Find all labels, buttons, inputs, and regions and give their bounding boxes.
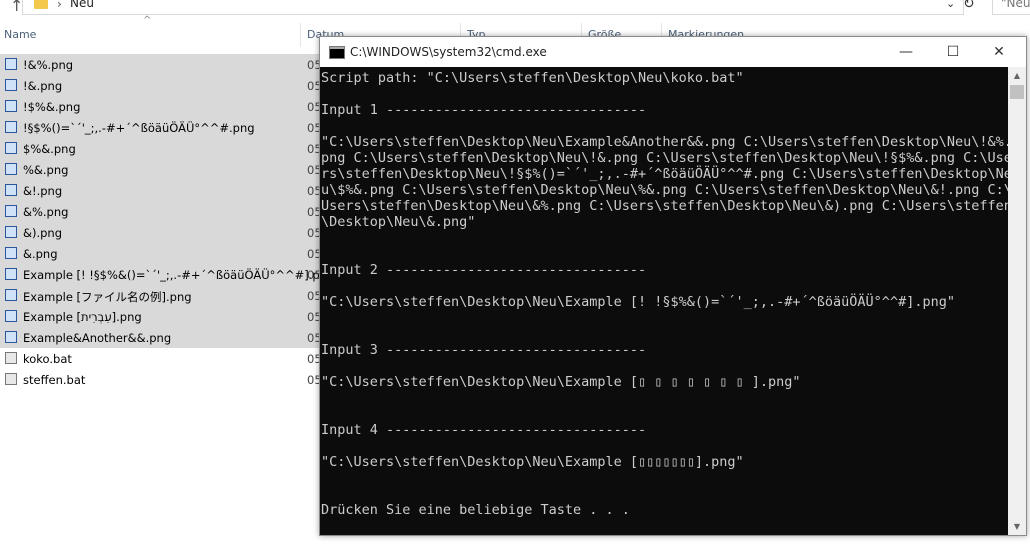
- window-title: C:\WINDOWS\system32\cmd.exe: [350, 45, 547, 59]
- console-line: "C:\Users\steffen\Desktop\Neu\Example [▯…: [321, 374, 801, 390]
- console-line: "C:\Users\steffen\Desktop\Neu\Example [▯…: [321, 454, 744, 470]
- file-name: $%&.png: [23, 142, 76, 156]
- file-name: koko.bat: [23, 352, 72, 366]
- image-file-icon: [5, 247, 17, 259]
- file-name: steffen.bat: [23, 373, 86, 387]
- console-line: \Desktop\Neu\&.png": [321, 214, 476, 230]
- maximize-button[interactable]: ☐: [930, 40, 976, 64]
- console-line: Script path: "C:\Users\steffen\Desktop\N…: [321, 70, 744, 86]
- console-line: Users\steffen\Desktop\Neu\&%.png C:\User…: [321, 198, 1008, 214]
- scroll-thumb[interactable]: [1010, 85, 1024, 99]
- file-name: !&%.png: [23, 58, 74, 72]
- batch-file-icon: [5, 352, 17, 364]
- file-name: &!.png: [23, 184, 63, 198]
- sort-ascending-icon: ^: [143, 15, 152, 26]
- batch-file-icon: [5, 373, 17, 385]
- file-name: %&.png: [23, 163, 69, 177]
- file-row[interactable]: Example [! !§$%&()=`´'_;,.-#+´^ßöäüÖÄÜ°^…: [0, 264, 334, 285]
- image-file-icon: [5, 100, 17, 112]
- console-line: Input 4 --------------------------------: [321, 422, 647, 438]
- console-icon: [329, 46, 345, 59]
- image-file-icon: [5, 226, 17, 238]
- folder-icon: [34, 0, 48, 9]
- console-line: u\$%&.png C:\Users\steffen\Desktop\Neu\%…: [321, 182, 1008, 198]
- image-file-icon: [5, 205, 17, 217]
- image-file-icon: [5, 331, 17, 343]
- image-file-icon: [5, 79, 17, 91]
- console-output[interactable]: Script path: "C:\Users\steffen\Desktop\N…: [320, 67, 1008, 535]
- search-input[interactable]: "Neu: [992, 0, 1030, 15]
- cmd-window[interactable]: C:\WINDOWS\system32\cmd.exe — ☐ ✕ Script…: [319, 36, 1027, 536]
- image-file-icon: [5, 142, 17, 154]
- image-file-icon: [5, 121, 17, 133]
- console-line: Drücken Sie eine beliebige Taste . . .: [321, 502, 630, 518]
- close-button[interactable]: ✕: [976, 40, 1022, 64]
- file-name: &.png: [23, 247, 58, 261]
- file-list: !&%.png 05 !&.png 05 !$%&.png 05 !§$%()=`´'_;,…: [0, 54, 334, 390]
- file-name: !§$%()=`´'_;,.-#+´^ßöäüÖÄÜ°^^#.png: [23, 121, 255, 135]
- console-line: png C:\Users\steffen\Desktop\Neu\!&.png …: [321, 150, 1008, 166]
- scroll-up-arrow-icon[interactable]: ▲: [1008, 67, 1026, 84]
- image-file-icon: [5, 58, 17, 70]
- file-row[interactable]: koko.bat 05: [0, 348, 322, 369]
- refresh-icon[interactable]: ↻: [963, 0, 975, 12]
- image-file-icon: [5, 289, 17, 301]
- file-name: Example&Another&&.png: [23, 331, 172, 345]
- image-file-icon: [5, 310, 17, 322]
- file-row[interactable]: !§$%()=`´'_;,.-#+´^ßöäüÖÄÜ°^^#.png 05: [0, 117, 322, 138]
- console-line: "C:\Users\steffen\Desktop\Neu\Example [!…: [321, 294, 955, 310]
- column-header-name[interactable]: Name: [4, 28, 36, 41]
- file-name: &).png: [23, 226, 62, 240]
- file-name: &%.png: [23, 205, 69, 219]
- image-file-icon: [5, 268, 17, 280]
- console-line: "C:\Users\steffen\Desktop\Neu\Example&An…: [321, 134, 1008, 150]
- file-row[interactable]: !&%.png 05: [0, 54, 322, 75]
- file-row[interactable]: &%.png 05: [0, 201, 322, 222]
- image-file-icon: [5, 163, 17, 175]
- file-name: Example [עִבְרִית].png: [23, 310, 142, 324]
- address-bar: ↑ › Neu ⌄ ↻ "Neu: [0, 0, 1030, 16]
- console-line: Input 2 --------------------------------: [321, 262, 647, 278]
- file-row[interactable]: steffen.bat 05: [0, 369, 322, 390]
- minimize-button[interactable]: —: [883, 40, 929, 64]
- chevron-down-icon[interactable]: ⌄: [946, 0, 955, 10]
- file-row[interactable]: Example [עִבְרִית].png 05: [0, 306, 322, 327]
- file-row[interactable]: %&.png 05: [0, 159, 322, 180]
- file-row[interactable]: &.png 05: [0, 243, 322, 264]
- file-name: !$%&.png: [23, 100, 81, 114]
- file-row[interactable]: &!.png 05: [0, 180, 322, 201]
- file-name: Example [ファイル名の例].png: [23, 290, 192, 304]
- cmd-title-bar[interactable]: C:\WINDOWS\system32\cmd.exe — ☐ ✕: [320, 37, 1026, 67]
- image-file-icon: [5, 184, 17, 196]
- file-row[interactable]: &).png 05: [0, 222, 322, 243]
- file-row[interactable]: $%&.png 05: [0, 138, 322, 159]
- address-box[interactable]: [22, 0, 964, 15]
- console-line: Input 1 --------------------------------: [321, 102, 647, 118]
- column-divider[interactable]: [300, 23, 301, 47]
- file-name: !&.png: [23, 79, 63, 93]
- file-row[interactable]: Example&Another&&.png 05: [0, 327, 322, 348]
- file-name: Example [! !§$%&()=`´'_;,.-#+´^ßöäüÖÄÜ°^…: [23, 268, 335, 282]
- scrollbar[interactable]: ▲ ▼: [1008, 67, 1026, 535]
- file-row[interactable]: !&.png 05: [0, 75, 322, 96]
- breadcrumb-chevron-icon: ›: [57, 0, 62, 11]
- file-row[interactable]: !$%&.png 05: [0, 96, 322, 117]
- breadcrumb-current[interactable]: Neu: [70, 0, 94, 10]
- console-line: Input 3 --------------------------------: [321, 342, 647, 358]
- console-line: rs\steffen\Desktop\Neu\!§$%()=`´'_;,.-#+…: [321, 166, 1008, 182]
- scroll-down-arrow-icon[interactable]: ▼: [1008, 518, 1026, 535]
- file-row[interactable]: Example [ファイル名の例].png 05: [0, 285, 322, 306]
